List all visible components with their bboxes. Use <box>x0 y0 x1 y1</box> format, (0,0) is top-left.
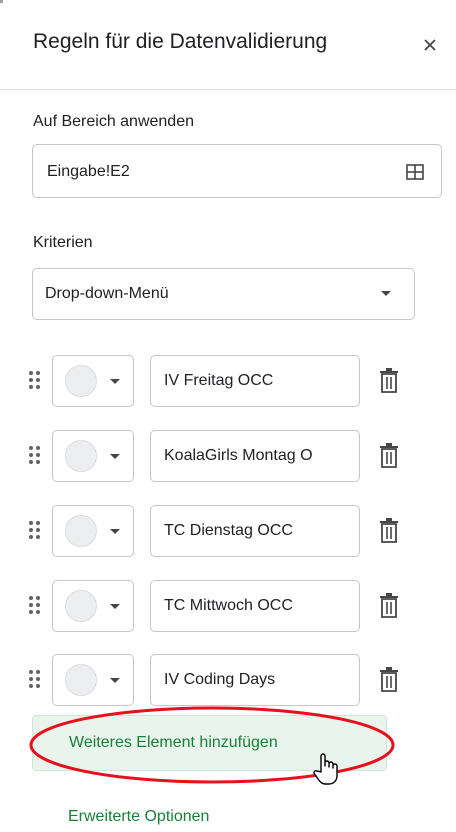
close-icon[interactable] <box>418 33 442 57</box>
item-value-input[interactable]: IV Freitag OCC <box>150 355 360 407</box>
item-value-text: IV Coding Days <box>164 671 276 688</box>
drag-handle-icon[interactable] <box>28 369 42 391</box>
color-swatch <box>65 590 97 622</box>
color-swatch <box>65 440 97 472</box>
add-item-label: Weiteres Element hinzufügen <box>69 734 278 751</box>
criteria-label: Kriterien <box>33 234 93 251</box>
item-value-input[interactable]: IV Coding Days <box>150 654 360 706</box>
chip-color-button[interactable] <box>52 580 134 632</box>
chevron-down-icon <box>110 454 120 459</box>
drag-handle-icon[interactable] <box>28 519 42 541</box>
add-item-button[interactable]: Weiteres Element hinzufügen <box>32 715 387 771</box>
trash-icon[interactable] <box>377 442 401 470</box>
dropdown-item-row: IV Coding Days <box>0 654 456 708</box>
chevron-down-icon <box>110 678 120 683</box>
dropdown-item-row: KoalaGirls Montag O <box>0 430 456 484</box>
item-value-input[interactable]: KoalaGirls Montag O <box>150 430 360 482</box>
chevron-down-icon <box>110 379 120 384</box>
trash-icon[interactable] <box>377 592 401 620</box>
chip-color-button[interactable] <box>52 355 134 407</box>
criteria-select[interactable]: Drop-down-Menü <box>32 268 415 320</box>
range-label: Auf Bereich anwenden <box>33 113 194 130</box>
advanced-options-link[interactable]: Erweiterte Optionen <box>68 808 209 826</box>
criteria-value: Drop-down-Menü <box>45 285 169 302</box>
item-value-input[interactable]: TC Mittwoch OCC <box>150 580 360 632</box>
trash-icon[interactable] <box>377 517 401 545</box>
dropdown-item-row: IV Freitag OCC <box>0 355 456 409</box>
drag-handle-icon[interactable] <box>28 444 42 466</box>
item-value-text: TC Dienstag OCC <box>164 522 293 539</box>
range-input[interactable]: Eingabe!E2 <box>32 144 442 198</box>
chip-color-button[interactable] <box>52 430 134 482</box>
panel-title: Regeln für die Datenvalidierung <box>33 30 328 53</box>
item-value-input[interactable]: TC Dienstag OCC <box>150 505 360 557</box>
item-value-text: TC Mittwoch OCC <box>164 597 293 614</box>
chip-color-button[interactable] <box>52 505 134 557</box>
trash-icon[interactable] <box>377 367 401 395</box>
chip-color-button[interactable] <box>52 654 134 706</box>
trash-icon[interactable] <box>377 666 401 694</box>
color-swatch <box>65 515 97 547</box>
color-swatch <box>65 664 97 696</box>
drag-handle-icon[interactable] <box>28 668 42 690</box>
dropdown-item-row: TC Dienstag OCC <box>0 505 456 559</box>
item-value-text: KoalaGirls Montag O <box>164 447 313 464</box>
range-value[interactable]: Eingabe!E2 <box>47 163 130 181</box>
grid-select-icon[interactable] <box>405 162 425 182</box>
chevron-down-icon <box>110 604 120 609</box>
drag-handle-icon[interactable] <box>28 594 42 616</box>
corner-mark <box>0 0 3 3</box>
dropdown-item-row: TC Mittwoch OCC <box>0 580 456 634</box>
chevron-down-icon <box>110 529 120 534</box>
header-divider <box>0 89 456 90</box>
item-value-text: IV Freitag OCC <box>164 372 274 389</box>
color-swatch <box>65 365 97 397</box>
chevron-down-icon <box>381 291 391 296</box>
